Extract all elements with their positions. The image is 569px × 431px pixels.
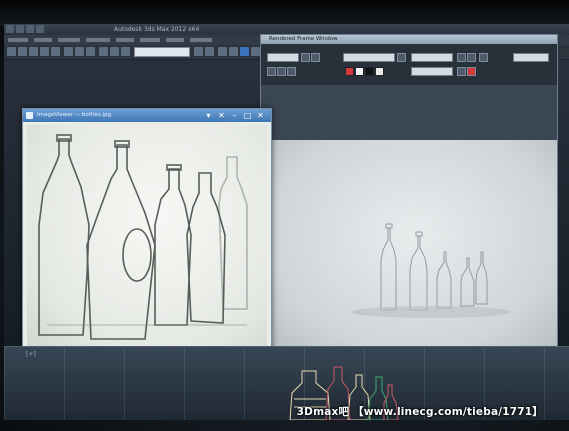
- image-viewer-titlebar[interactable]: ImageViewer — bottles.jpg ▾ ✕ – □ ✕: [23, 109, 271, 122]
- monitor-photo: Autodesk 3ds Max 2012 x64 Rendered Frame…: [0, 0, 569, 431]
- menu-item[interactable]: [140, 38, 160, 42]
- menu-item[interactable]: [86, 38, 110, 42]
- reference-photo: [27, 125, 267, 353]
- alpha-channel-toggle[interactable]: [375, 67, 384, 76]
- menu-item[interactable]: [58, 38, 80, 42]
- region-icon[interactable]: [86, 47, 95, 56]
- image-viewer-title: ImageViewer — bottles.jpg: [37, 112, 112, 118]
- channel-display-select[interactable]: [411, 67, 453, 76]
- clone-window-icon[interactable]: [287, 67, 296, 76]
- area-to-render-select[interactable]: [267, 53, 299, 62]
- minimize-icon[interactable]: –: [229, 109, 240, 122]
- quick-access-icon[interactable]: [16, 25, 24, 33]
- render-preset-select[interactable]: [411, 53, 453, 62]
- app-title: Autodesk 3ds Max 2012 x64: [114, 26, 200, 33]
- quick-access-icon[interactable]: [36, 25, 44, 33]
- save-image-icon[interactable]: [267, 67, 276, 76]
- red-channel-toggle[interactable]: [345, 67, 354, 76]
- glass-bottles-photo: [38, 134, 248, 340]
- named-selection-input[interactable]: [134, 47, 190, 57]
- render-controls: [261, 44, 557, 85]
- menu-item[interactable]: [34, 38, 52, 42]
- blue-channel-toggle[interactable]: [365, 67, 374, 76]
- app-icon[interactable]: [6, 25, 14, 33]
- menu-item[interactable]: [190, 38, 212, 42]
- render-setup-icon[interactable]: [251, 47, 260, 56]
- monitor-bezel: [0, 0, 569, 26]
- select-by-name-icon[interactable]: [75, 47, 84, 56]
- rotate-icon[interactable]: [110, 47, 119, 56]
- link-icon[interactable]: [29, 47, 38, 56]
- render-output: [271, 140, 557, 352]
- move-icon[interactable]: [99, 47, 108, 56]
- rendered-frame-window[interactable]: Rendered Frame Window: [260, 34, 558, 366]
- auto-region-icon[interactable]: [311, 53, 320, 62]
- environment-icon[interactable]: [467, 53, 476, 62]
- site-watermark: 3Dmax吧 【www.linecg.com/tieba/1771】: [296, 406, 543, 418]
- image-file-icon: [26, 112, 33, 119]
- production-select[interactable]: [513, 53, 549, 62]
- quick-access-icon[interactable]: [26, 25, 34, 33]
- lock-icon[interactable]: [397, 53, 406, 62]
- render-button[interactable]: [479, 53, 488, 62]
- screen: Autodesk 3ds Max 2012 x64 Rendered Frame…: [4, 24, 569, 420]
- menu-item[interactable]: [8, 38, 28, 42]
- undo-icon[interactable]: [7, 47, 16, 56]
- bind-icon[interactable]: [51, 47, 60, 56]
- copy-image-icon[interactable]: [277, 67, 286, 76]
- menu-item[interactable]: [166, 38, 184, 42]
- image-viewer-window[interactable]: ImageViewer — bottles.jpg ▾ ✕ – □ ✕: [22, 108, 272, 357]
- viewport-select[interactable]: [343, 53, 395, 62]
- maximize-icon[interactable]: □: [242, 109, 253, 122]
- material-editor-icon[interactable]: [240, 47, 249, 56]
- close-icon[interactable]: ✕: [216, 109, 227, 122]
- clear-icon[interactable]: [467, 67, 476, 76]
- close-window-icon[interactable]: ✕: [255, 109, 266, 122]
- unlink-icon[interactable]: [40, 47, 49, 56]
- edit-region-icon[interactable]: [301, 53, 310, 62]
- rendered-frame-titlebar[interactable]: Rendered Frame Window: [261, 35, 557, 44]
- layer-icon[interactable]: [218, 47, 227, 56]
- menu-item[interactable]: [116, 38, 134, 42]
- chevron-down-icon[interactable]: ▾: [203, 109, 214, 122]
- render-setup-icon[interactable]: [457, 53, 466, 62]
- scale-icon[interactable]: [121, 47, 130, 56]
- monochrome-icon[interactable]: [457, 67, 466, 76]
- align-icon[interactable]: [205, 47, 214, 56]
- green-channel-toggle[interactable]: [355, 67, 364, 76]
- curve-editor-icon[interactable]: [229, 47, 238, 56]
- rendered-bottles-image: [351, 223, 511, 318]
- redo-icon[interactable]: [18, 47, 27, 56]
- mirror-icon[interactable]: [194, 47, 203, 56]
- select-icon[interactable]: [64, 47, 73, 56]
- rendered-frame-title: Rendered Frame Window: [269, 36, 338, 42]
